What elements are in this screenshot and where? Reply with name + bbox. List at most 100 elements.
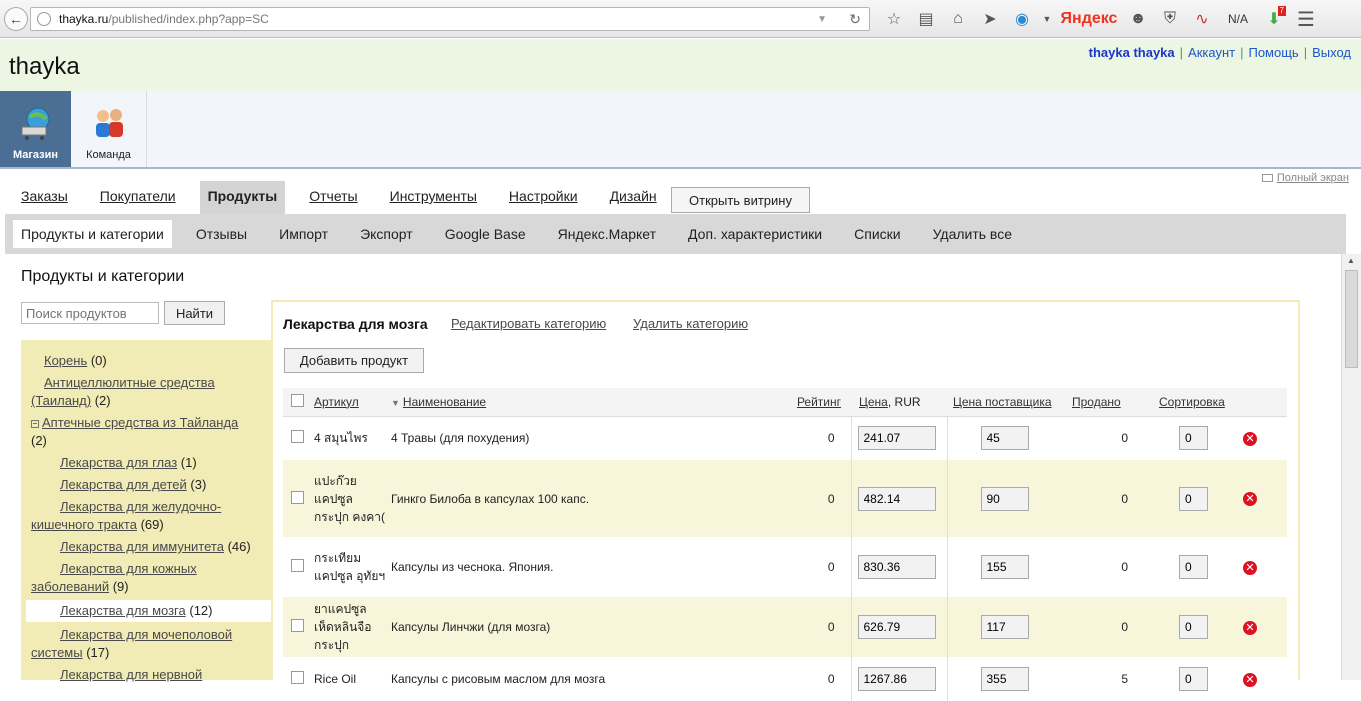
- addon-icon[interactable]: ◉: [1006, 6, 1038, 32]
- subtab-import[interactable]: Импорт: [271, 220, 336, 248]
- yandex-logo[interactable]: Яндекс: [1056, 6, 1122, 32]
- header-sku[interactable]: Артикул: [314, 395, 359, 409]
- tab-tools[interactable]: Инструменты: [382, 188, 485, 214]
- header-sold[interactable]: Продано: [1072, 395, 1121, 409]
- subtab-products-categories[interactable]: Продукты и категории: [13, 220, 172, 248]
- open-storefront-button[interactable]: Открыть витрину: [671, 187, 810, 213]
- table-row: ยาแคปซูล เห็ดหลินจือ กระปุก Капсулы Линчж…: [283, 597, 1287, 657]
- header-name[interactable]: Наименование: [403, 395, 486, 409]
- subtab-yandex-market[interactable]: Яндекс.Маркет: [550, 220, 664, 248]
- subtab-lists[interactable]: Списки: [846, 220, 908, 248]
- subtab-export[interactable]: Экспорт: [352, 220, 421, 248]
- tab-customers[interactable]: Покупатели: [92, 188, 184, 214]
- price-input[interactable]: [857, 555, 936, 579]
- subtab-google-base[interactable]: Google Base: [437, 220, 534, 248]
- fullscreen-link[interactable]: Полный экран: [1261, 172, 1349, 184]
- browser-toolbar: ← thayka.ru/published/index.php?app=SC ▼…: [0, 0, 1361, 38]
- tree-link-gi[interactable]: Лекарства для желудочно-кишечного тракта: [31, 499, 221, 532]
- tree-link-immunity[interactable]: Лекарства для иммунитета: [60, 539, 224, 554]
- tree-link-eyes[interactable]: Лекарства для глаз: [60, 455, 177, 470]
- chat-icon[interactable]: ☻: [1122, 6, 1154, 32]
- tree-link-cellulite[interactable]: Антицеллюлитные средства (Таиланд): [31, 375, 215, 408]
- select-all-checkbox[interactable]: [291, 393, 304, 407]
- sort-input[interactable]: [1179, 615, 1208, 639]
- page-title: Продукты и категории: [21, 268, 185, 285]
- reload-icon[interactable]: ↻: [849, 11, 861, 28]
- search-input[interactable]: [21, 302, 159, 324]
- subtab-reviews[interactable]: Отзывы: [188, 220, 255, 248]
- tree-link-urogenital[interactable]: Лекарства для мочеполовой системы: [31, 627, 232, 660]
- header-sort[interactable]: Сортировка: [1159, 395, 1225, 409]
- row-checkbox[interactable]: [291, 430, 304, 444]
- price-input[interactable]: [857, 426, 936, 451]
- url-host: thayka.ru: [59, 12, 109, 26]
- dropdown-icon[interactable]: ▼: [1038, 6, 1056, 32]
- row-rating: 0: [827, 431, 835, 446]
- price-input[interactable]: [857, 667, 936, 691]
- sort-input[interactable]: [1179, 667, 1208, 691]
- tab-design[interactable]: Дизайн: [602, 188, 665, 214]
- supplier-price-input[interactable]: [980, 615, 1029, 639]
- tree-item-pharmacy: − Аптечные средства из Тайланда (2): [31, 414, 266, 450]
- header-price[interactable]: Цена: [859, 395, 888, 409]
- row-checkbox[interactable]: [291, 559, 304, 572]
- dropdown-arrow-icon[interactable]: ▼: [817, 14, 827, 25]
- tree-link-pharmacy[interactable]: Аптечные средства из Тайланда: [42, 415, 238, 430]
- search-button[interactable]: Найти: [164, 301, 225, 325]
- price-input[interactable]: [857, 486, 936, 511]
- delete-row-icon[interactable]: ✕: [1243, 431, 1257, 446]
- table-row: 4 สมุนไพร 4 Травы (для похудения) 0 0 ✕: [283, 416, 1287, 460]
- star-icon[interactable]: ☆: [878, 6, 910, 32]
- delete-row-icon[interactable]: ✕: [1243, 620, 1257, 635]
- tree-link-root[interactable]: Корень: [44, 353, 87, 368]
- shield-icon[interactable]: ⛨: [1154, 6, 1186, 32]
- app-shop[interactable]: Магазин: [0, 91, 71, 167]
- app-shop-label: Магазин: [12, 149, 59, 161]
- subtab-extra-features[interactable]: Доп. характеристики: [680, 220, 830, 248]
- tree-count: (2): [94, 393, 111, 408]
- header-supplier-price[interactable]: Цена поставщика: [953, 395, 1052, 409]
- tab-products[interactable]: Продукты: [199, 181, 286, 214]
- tab-reports[interactable]: Отчеты: [301, 188, 365, 214]
- tree-link-kids[interactable]: Лекарства для детей: [60, 477, 187, 492]
- scroll-thumb[interactable]: [1345, 270, 1358, 368]
- address-bar[interactable]: thayka.ru/published/index.php?app=SC ▼ ↻: [30, 7, 870, 31]
- header-rating[interactable]: Рейтинг: [797, 395, 841, 409]
- sort-input[interactable]: [1179, 555, 1208, 579]
- price-input[interactable]: [857, 615, 936, 639]
- add-product-button[interactable]: Добавить продукт: [284, 348, 424, 373]
- scroll-up-icon[interactable]: ▲: [1347, 256, 1355, 265]
- row-checkbox[interactable]: [291, 671, 304, 684]
- supplier-price-input[interactable]: [980, 555, 1029, 579]
- reading-list-icon[interactable]: ▤: [910, 6, 942, 32]
- home-icon[interactable]: ⌂: [942, 6, 974, 32]
- row-checkbox[interactable]: [291, 619, 304, 632]
- tree-link-brain[interactable]: Лекарства для мозга: [60, 603, 186, 618]
- back-arrow-icon[interactable]: ←: [4, 6, 28, 31]
- sort-input[interactable]: [1179, 486, 1208, 511]
- supplier-price-input[interactable]: [980, 426, 1029, 451]
- account-link[interactable]: Аккаунт: [1188, 45, 1235, 60]
- weather-label[interactable]: N/A: [1218, 6, 1258, 32]
- sort-input[interactable]: [1179, 426, 1208, 451]
- delete-row-icon[interactable]: ✕: [1243, 560, 1257, 575]
- row-checkbox[interactable]: [291, 490, 304, 504]
- supplier-price-input[interactable]: [980, 486, 1029, 511]
- menu-icon[interactable]: ☰: [1290, 6, 1322, 32]
- send-icon[interactable]: ➤: [974, 6, 1006, 32]
- username-link[interactable]: thayka thayka: [1089, 45, 1175, 60]
- chart-icon[interactable]: ∿: [1186, 6, 1218, 32]
- collapse-icon[interactable]: −: [31, 419, 39, 428]
- delete-category-link[interactable]: Удалить категорию: [633, 316, 748, 331]
- download-icon[interactable]: ⬇ 7: [1258, 6, 1290, 32]
- tab-settings[interactable]: Настройки: [501, 188, 586, 214]
- supplier-price-input[interactable]: [980, 667, 1029, 691]
- subtab-delete-all[interactable]: Удалить все: [925, 220, 1020, 248]
- app-team[interactable]: Команда: [71, 91, 147, 167]
- delete-row-icon[interactable]: ✕: [1243, 492, 1257, 506]
- tab-orders[interactable]: Заказы: [13, 188, 76, 214]
- help-link[interactable]: Помощь: [1248, 45, 1298, 60]
- edit-category-link[interactable]: Редактировать категорию: [451, 316, 606, 331]
- logout-link[interactable]: Выход: [1312, 45, 1351, 60]
- page-scrollbar[interactable]: ▲: [1341, 254, 1361, 680]
